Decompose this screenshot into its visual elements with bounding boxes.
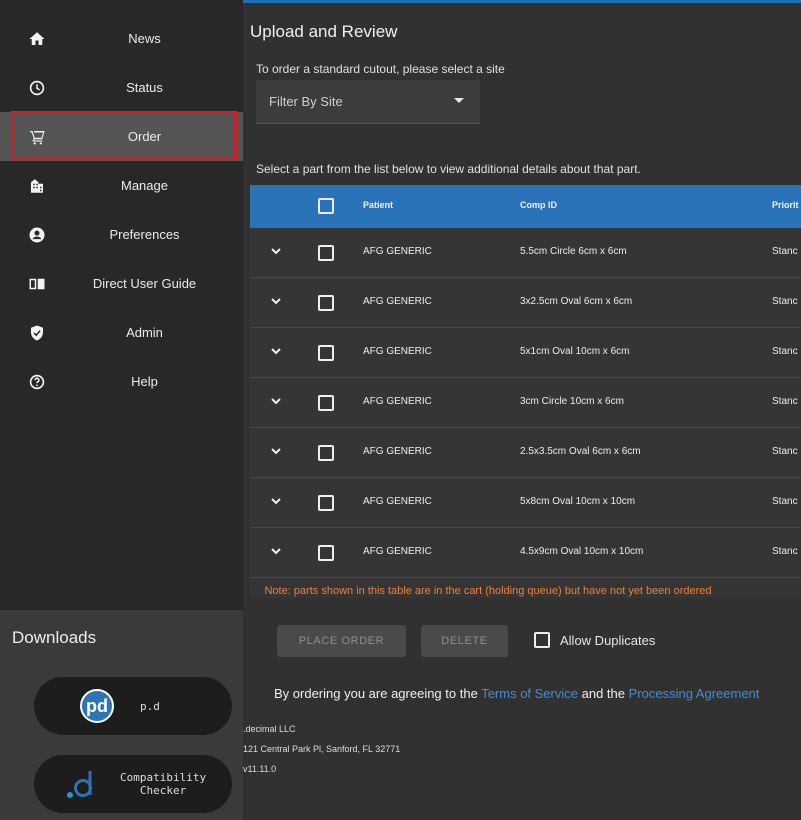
column-header-comp-id: Comp ID — [520, 200, 557, 210]
allow-duplicates-toggle[interactable]: Allow Duplicates — [524, 632, 655, 648]
sidebar-item-preferences[interactable]: Preferences — [0, 210, 243, 259]
place-order-button[interactable]: PLACE ORDER — [277, 625, 406, 657]
sidebar-item-label: Status — [126, 80, 163, 95]
cell-patient: AFG GENERIC — [363, 446, 432, 457]
sidebar-item-label: Manage — [121, 178, 168, 193]
main-content: Upload and Review To order a standard cu… — [243, 0, 801, 820]
processing-agreement-link[interactable]: Processing Agreement — [629, 686, 760, 701]
sidebar-item-label: Order — [127, 129, 162, 144]
parts-table: Patient Comp ID Priorit AFG GENERIC 5.5c… — [250, 185, 801, 598]
cell-priority: Stanc — [772, 246, 798, 257]
allow-duplicates-checkbox[interactable] — [534, 632, 550, 648]
cell-comp-id: 4.5x9cm Oval 10cm x 10cm — [520, 546, 644, 557]
expand-chevron-icon[interactable] — [270, 295, 282, 307]
allow-duplicates-label: Allow Duplicates — [560, 632, 656, 648]
sidebar-item-manage[interactable]: Manage — [0, 161, 243, 210]
column-header-priority: Priorit — [772, 200, 799, 210]
sidebar-item-label: Direct User Guide — [92, 276, 197, 291]
clock-icon — [28, 79, 46, 97]
sidebar-item-order[interactable]: Order — [0, 111, 243, 161]
row-checkbox[interactable] — [318, 295, 334, 311]
cell-comp-id: 2.5x3.5cm Oval 6cm x 6cm — [520, 446, 641, 457]
sidebar-item-label: Admin — [126, 325, 163, 340]
cell-priority: Stanc — [772, 446, 798, 457]
company-name: .decimal LLC — [243, 724, 296, 734]
agreement-prefix: By ordering you are agreeing to the — [274, 686, 482, 701]
cell-comp-id: 3cm Circle 10cm x 6cm — [520, 396, 624, 407]
sidebar-item-news[interactable]: News — [0, 14, 243, 63]
page-title: Upload and Review — [250, 22, 398, 41]
cell-comp-id: 5x1cm Oval 10cm x 6cm — [520, 346, 630, 357]
row-checkbox[interactable] — [318, 395, 334, 411]
agreement-and: and the — [578, 686, 629, 701]
site-filter-value: Filter By Site — [269, 94, 343, 109]
expand-chevron-icon[interactable] — [270, 445, 282, 457]
row-checkbox[interactable] — [318, 445, 334, 461]
table-row[interactable]: AFG GENERIC 4.5x9cm Oval 10cm x 10cm Stanc — [250, 528, 801, 578]
cell-comp-id: 5.5cm Circle 6cm x 6cm — [520, 246, 627, 257]
cell-patient: AFG GENERIC — [363, 346, 432, 357]
cell-priority: Stanc — [772, 546, 798, 557]
table-row-spacer — [250, 478, 801, 528]
download-compatibility-checker-button[interactable]: Compatibility Checker — [34, 755, 232, 813]
sidebar: News Status Order Manage Preferences Dir… — [0, 0, 243, 820]
help-icon — [28, 373, 46, 391]
downloads-panel: Downloads pd p.d Compatibility Checker — [0, 610, 243, 820]
table-header: Patient Comp ID Priorit — [250, 185, 801, 228]
table-row[interactable]: AFG GENERIC 2.5x3.5cm Oval 6cm x 6cm Sta… — [250, 428, 801, 478]
cell-patient: AFG GENERIC — [363, 296, 432, 307]
expand-chevron-icon[interactable] — [270, 395, 282, 407]
manage-icon — [28, 177, 46, 195]
table-row[interactable]: AFG GENERIC 5.5cm Circle 6cm x 6cm Stanc — [250, 228, 801, 278]
row-checkbox[interactable] — [318, 345, 334, 361]
cell-priority: Stanc — [772, 296, 798, 307]
pd-logo-icon: pd — [80, 689, 114, 723]
sidebar-item-label: Preferences — [109, 227, 180, 242]
table-row[interactable]: AFG GENERIC 3x2.5cm Oval 6cm x 6cm Stanc — [250, 278, 801, 328]
sidebar-item-help[interactable]: Help — [0, 357, 243, 406]
select-all-checkbox[interactable] — [318, 198, 334, 214]
sidebar-item-label: News — [128, 31, 161, 46]
terms-of-service-link[interactable]: Terms of Service — [481, 686, 578, 701]
book-icon — [28, 275, 46, 293]
sidebar-item-user-guide[interactable]: Direct User Guide — [0, 259, 243, 308]
shield-icon — [28, 324, 46, 342]
cart-icon — [28, 128, 46, 146]
expand-chevron-icon[interactable] — [270, 245, 282, 257]
site-filter-select[interactable]: Filter By Site — [256, 80, 480, 124]
delete-button[interactable]: DELETE — [421, 625, 508, 657]
expand-chevron-icon[interactable] — [270, 545, 282, 557]
caret-down-icon — [454, 98, 464, 103]
download-checker-label: Compatibility Checker — [120, 771, 207, 797]
cell-priority: Stanc — [772, 396, 798, 407]
cell-priority: Stanc — [772, 346, 798, 357]
sidebar-item-label: Help — [131, 374, 158, 389]
cart-note: Note: parts shown in this table are in t… — [264, 585, 712, 597]
cell-comp-id: 3x2.5cm Oval 6cm x 6cm — [520, 296, 633, 307]
cell-patient: AFG GENERIC — [363, 546, 432, 557]
dot-d-logo-icon — [66, 767, 100, 801]
expand-chevron-icon[interactable] — [270, 345, 282, 357]
agreement-text: By ordering you are agreeing to the Term… — [274, 686, 759, 701]
row-checkbox[interactable] — [318, 545, 334, 561]
sidebar-item-status[interactable]: Status — [0, 63, 243, 112]
download-pd-button[interactable]: pd p.d — [34, 677, 232, 735]
account-icon — [28, 226, 46, 244]
column-header-patient: Patient — [363, 200, 394, 210]
cell-patient: AFG GENERIC — [363, 396, 432, 407]
download-pd-label: p.d — [140, 699, 160, 713]
sidebar-nav: News Status Order Manage Preferences Dir… — [0, 14, 243, 406]
home-icon — [28, 30, 46, 48]
site-hint: To order a standard cutout, please selec… — [256, 62, 505, 76]
table-row[interactable]: AFG GENERIC 3cm Circle 10cm x 6cm Stanc — [250, 378, 801, 428]
sidebar-item-admin[interactable]: Admin — [0, 308, 243, 357]
table-row[interactable]: AFG GENERIC 5x1cm Oval 10cm x 6cm Stanc — [250, 328, 801, 378]
row-checkbox[interactable] — [318, 245, 334, 261]
cell-patient: AFG GENERIC — [363, 246, 432, 257]
list-hint: Select a part from the list below to vie… — [256, 162, 641, 176]
app-version: v11.11.0 — [243, 764, 277, 774]
company-address: 121 Central Park Pl, Sanford, FL 32771 — [243, 744, 401, 754]
downloads-title: Downloads — [12, 628, 97, 647]
